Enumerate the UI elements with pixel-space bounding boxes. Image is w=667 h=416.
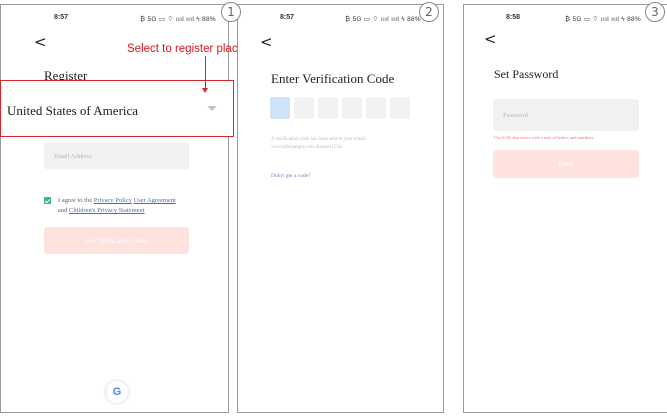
status-icons: ₿ 5G ▭ ⌔ ıııl ıııl ϟ 88% bbox=[565, 16, 641, 23]
status-icons: ₿ 5G ▭ ⌔ ıııl ıııl ϟ 88% bbox=[345, 16, 421, 23]
code-box-4[interactable] bbox=[342, 97, 362, 119]
code-box-5[interactable] bbox=[366, 97, 386, 119]
agree-prefix: I agree to the bbox=[58, 197, 93, 204]
back-button[interactable]: < bbox=[260, 35, 273, 50]
get-code-button[interactable]: Get Verification Code bbox=[44, 227, 189, 254]
annotation-arrow-icon bbox=[202, 56, 208, 93]
code-box-3[interactable] bbox=[318, 97, 338, 119]
agreement-text: I agree to the Privacy Policy User Agree… bbox=[58, 196, 198, 216]
page-title: Set Password bbox=[494, 67, 559, 81]
back-button[interactable]: < bbox=[484, 32, 497, 47]
back-button[interactable]: < bbox=[34, 35, 47, 50]
status-bar: 8:57 ₿ 5G ▭ ⌔ ıııl ıııl ϟ 88% bbox=[238, 14, 443, 26]
status-time: 8:57 bbox=[54, 14, 69, 21]
resend-link[interactable]: Didn't get a code? bbox=[271, 173, 311, 179]
password-hint: Use 6-20 characters with a mix of letter… bbox=[494, 135, 594, 140]
agree-and: and bbox=[58, 207, 68, 214]
status-time: 8:58 bbox=[506, 14, 521, 21]
user-agreement-link[interactable]: User Agreement bbox=[133, 197, 175, 204]
code-box-6[interactable] bbox=[390, 97, 410, 119]
dropdown-caret-icon bbox=[207, 106, 217, 111]
code-hint-line-1: A verification code has been sent to you… bbox=[271, 137, 367, 142]
status-time: 8:57 bbox=[280, 14, 295, 21]
country-value: United States of America bbox=[7, 103, 139, 118]
code-hint-line-2: xxxxx@example.com Resend (55)s bbox=[271, 145, 343, 150]
code-box-2[interactable] bbox=[294, 97, 314, 119]
status-bar: 8:57 ₿ 5G ▭ ⌔ ıııl ıııl ϟ 88% bbox=[1, 14, 228, 26]
annotation-label: Select to register place bbox=[127, 43, 244, 55]
step-marker-3: 3 bbox=[645, 2, 665, 22]
status-icons: ₿ 5G ▭ ⌔ ıııl ıııl ϟ 88% bbox=[140, 16, 216, 23]
code-box-1[interactable] bbox=[270, 97, 290, 119]
set-password-screen: 8:58 ₿ 5G ▭ ⌔ ıııl ıııl ϟ 88% < Set Pass… bbox=[463, 4, 667, 413]
status-bar: 8:58 ₿ 5G ▭ ⌔ ıııl ıııl ϟ 88% bbox=[464, 14, 667, 26]
step-marker-1: 1 bbox=[221, 2, 241, 22]
register-screen: 8:57 ₿ 5G ▭ ⌔ ıııl ıııl ϟ 88% < Register… bbox=[0, 4, 229, 413]
children-privacy-link[interactable]: Children's Privacy Statement bbox=[69, 207, 145, 214]
email-input[interactable]: Email Address bbox=[44, 143, 189, 169]
country-selector[interactable]: United States of America bbox=[0, 80, 234, 137]
verification-screen: 8:57 ₿ 5G ▭ ⌔ ıııl ıııl ϟ 88% < Enter Ve… bbox=[237, 4, 444, 413]
page-title: Enter Verification Code bbox=[271, 71, 395, 86]
google-login-icon[interactable]: G bbox=[106, 381, 128, 403]
step-marker-2: 2 bbox=[419, 2, 439, 22]
agree-checkbox[interactable] bbox=[44, 197, 51, 204]
password-input[interactable]: Password bbox=[493, 99, 639, 131]
done-button[interactable]: Done bbox=[493, 150, 639, 178]
privacy-policy-link[interactable]: Privacy Policy bbox=[94, 197, 132, 204]
